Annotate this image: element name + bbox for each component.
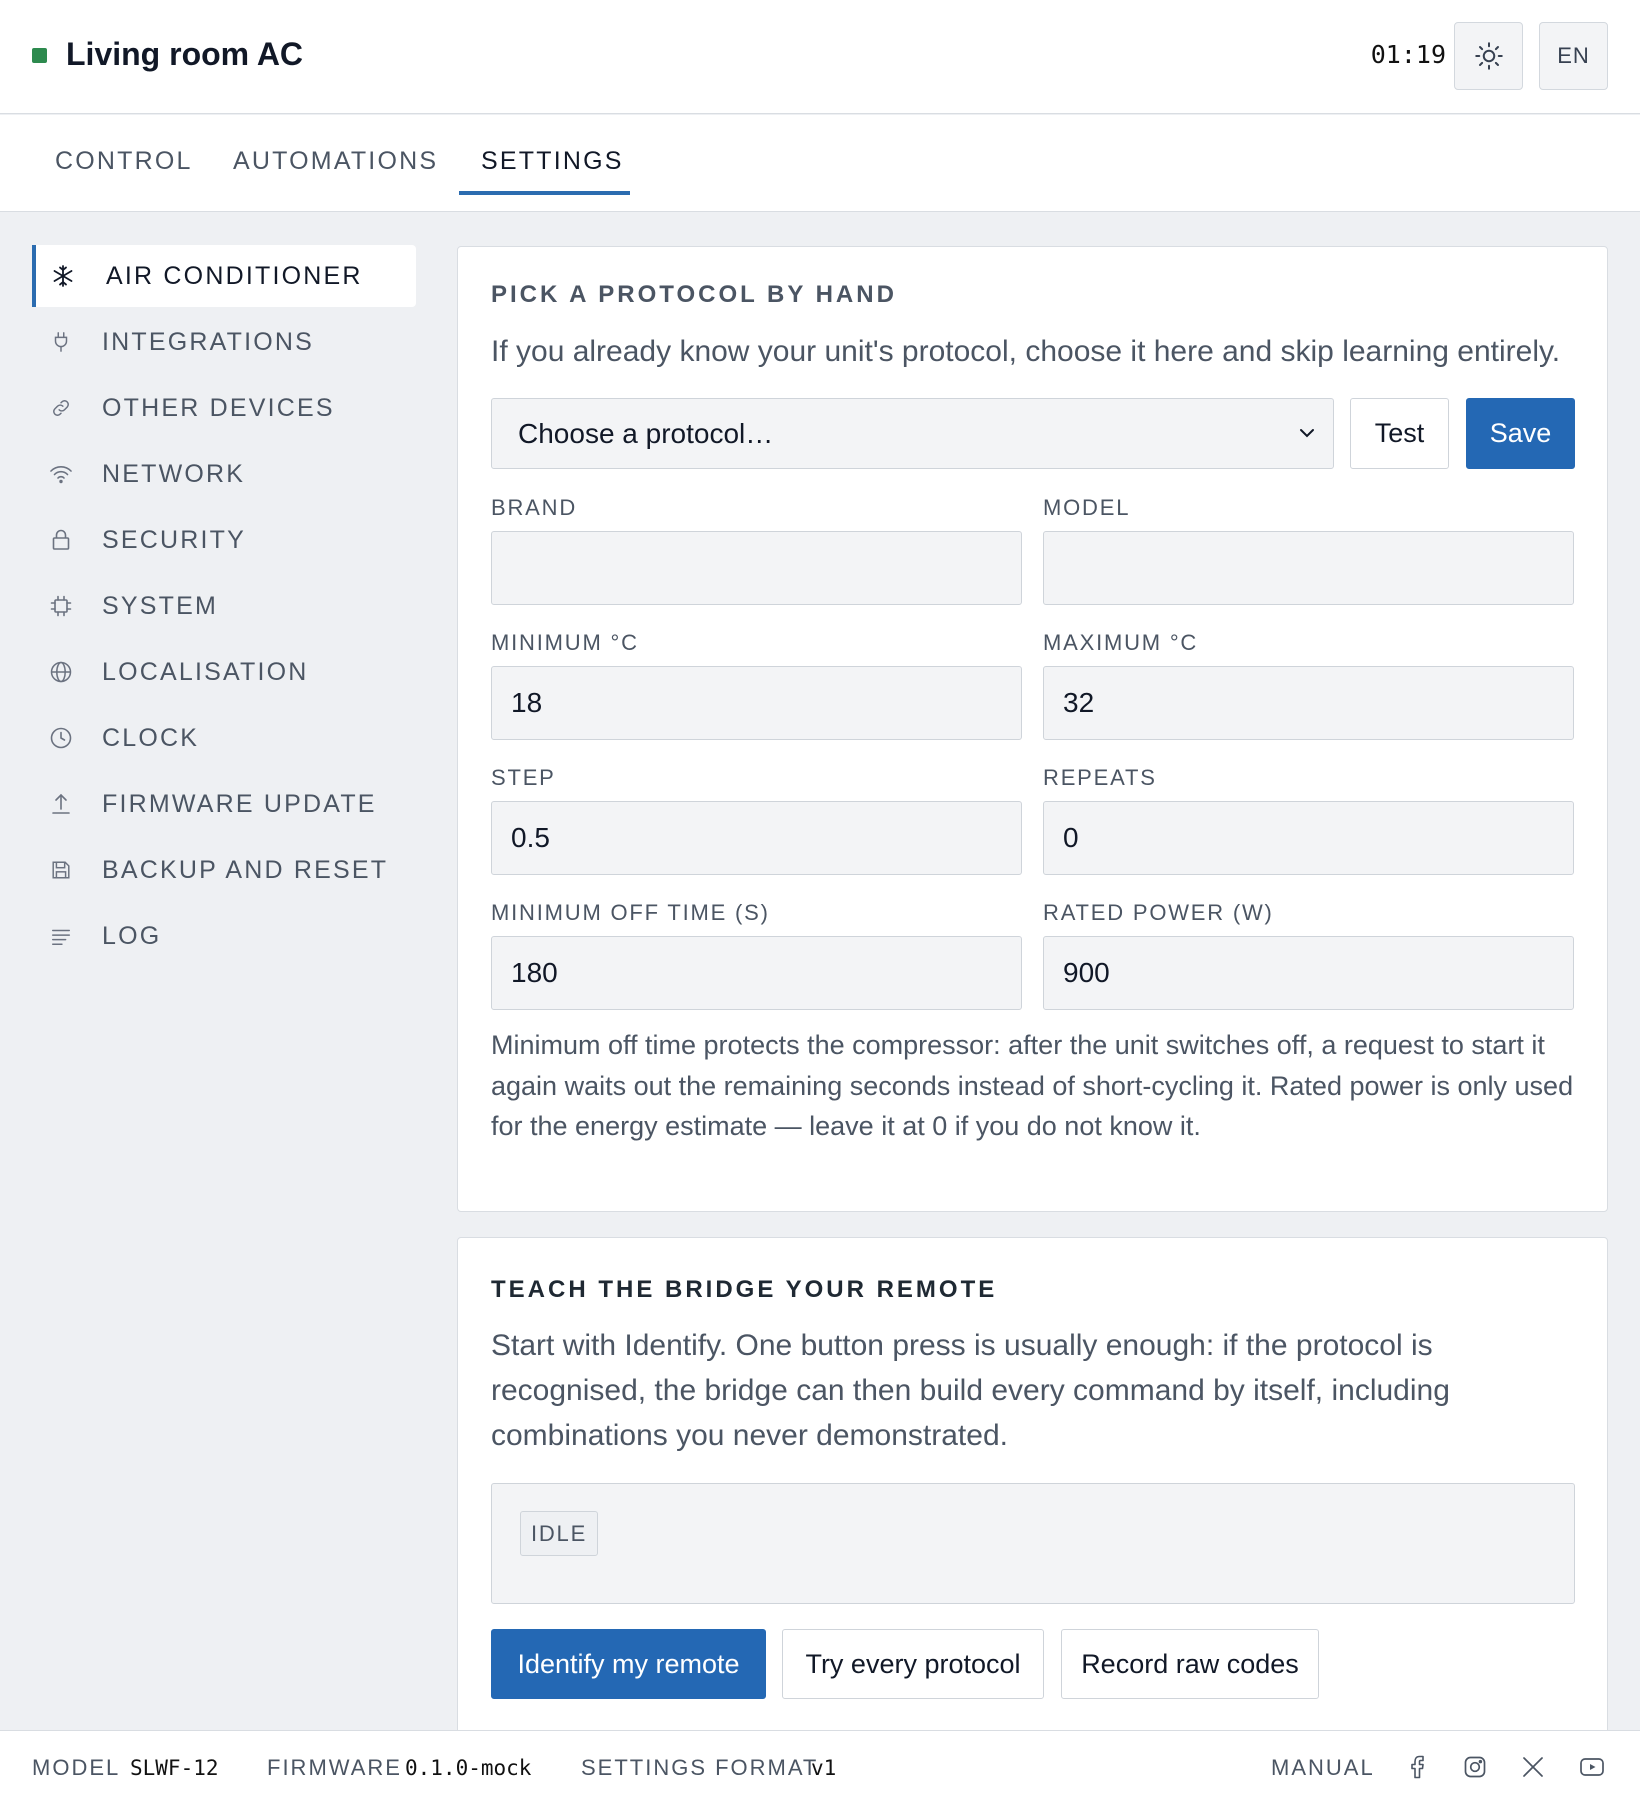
minimum-temp-field[interactable]: 18 — [491, 666, 1022, 740]
protocol-panel-title: PICK A PROTOCOL BY HAND — [491, 281, 897, 308]
teach-panel-description: Start with Identify. One button press is… — [491, 1329, 1450, 1452]
active-tab-indicator — [459, 191, 630, 195]
sidebar-item-label: LOCALISATION — [102, 657, 309, 686]
sidebar-item-label: CLOCK — [102, 723, 200, 752]
clock-icon — [32, 726, 84, 750]
sidebar-item-system[interactable]: SYSTEM — [32, 575, 416, 637]
teach-panel: TEACH THE BRIDGE YOUR REMOTE Start with … — [457, 1237, 1608, 1800]
status-indicator — [32, 48, 47, 63]
try-every-protocol-button[interactable]: Try every protocol — [782, 1629, 1044, 1699]
plug-icon — [32, 331, 84, 353]
theme-toggle-button[interactable] — [1454, 22, 1523, 90]
brand-label: BRAND — [491, 495, 578, 520]
minimum-off-time-field[interactable]: 180 — [491, 936, 1022, 1010]
sidebar-item-label: AIR CONDITIONER — [106, 261, 363, 290]
app-header: Living room AC 01:19 EN — [0, 0, 1640, 114]
lines-icon — [32, 925, 84, 947]
sidebar-item-firmware-update[interactable]: FIRMWARE UPDATE — [32, 773, 416, 835]
learning-status-box: IDLE — [491, 1483, 1575, 1604]
protocol-select-value: Choose a protocol… — [518, 417, 774, 449]
sidebar-item-log[interactable]: LOG — [32, 905, 416, 967]
protocol-panel-description: If you already know your unit's protocol… — [491, 335, 1561, 368]
chip-icon — [32, 594, 84, 618]
sidebar-item-label: OTHER DEVICES — [102, 393, 335, 422]
link-icon — [32, 397, 84, 419]
teach-panel-title: TEACH THE BRIDGE YOUR REMOTE — [491, 1276, 998, 1303]
repeats-label: REPEATS — [1043, 765, 1157, 790]
sun-icon — [1474, 42, 1503, 70]
rated-power-label: RATED POWER (W) — [1043, 900, 1274, 925]
x-icon[interactable] — [1518, 1752, 1548, 1782]
chevron-down-icon — [1300, 429, 1314, 438]
maximum-temp-field[interactable]: 32 — [1043, 666, 1574, 740]
model-label: MODEL — [1043, 495, 1131, 520]
sidebar-item-localisation[interactable]: LOCALISATION — [32, 641, 416, 703]
maximum-temp-label: MAXIMUM °C — [1043, 630, 1199, 655]
manual-link[interactable]: MANUAL — [1271, 1755, 1375, 1781]
tab-settings[interactable]: SETTINGS — [481, 147, 624, 176]
wifi-icon — [32, 463, 84, 485]
sidebar-item-label: LOG — [102, 921, 162, 950]
page-title: Living room AC — [66, 36, 304, 72]
protocol-panel-note: Minimum off time protects the compressor… — [491, 1030, 1574, 1141]
footer: MODEL SLWF-12 FIRMWARE 0.1.0-mock SETTIN… — [0, 1730, 1640, 1800]
minimum-temp-label: MINIMUM °C — [491, 630, 639, 655]
minimum-off-time-label: MINIMUM OFF TIME (S) — [491, 900, 770, 925]
protocol-panel: PICK A PROTOCOL BY HAND If you already k… — [457, 246, 1608, 1212]
model-field[interactable] — [1043, 531, 1574, 605]
identify-remote-button[interactable]: Identify my remote — [491, 1629, 766, 1699]
floppy-icon — [32, 859, 84, 881]
sidebar-item-label: INTEGRATIONS — [102, 327, 315, 356]
globe-icon — [32, 660, 84, 684]
footer-firmware-value: 0.1.0-mock — [405, 1756, 532, 1780]
sidebar-item-security[interactable]: SECURITY — [32, 509, 416, 571]
instagram-icon[interactable] — [1460, 1752, 1490, 1782]
sidebar-item-air-conditioner[interactable]: AIR CONDITIONER — [32, 245, 416, 307]
step-label: STEP — [491, 765, 556, 790]
footer-settings-format-value: v1 — [811, 1756, 837, 1780]
test-button[interactable]: Test — [1350, 398, 1449, 469]
repeats-field[interactable]: 0 — [1043, 801, 1574, 875]
youtube-icon[interactable] — [1577, 1752, 1607, 1782]
clock-display: 01:19 — [1370, 40, 1446, 69]
sidebar-item-backup-and-reset[interactable]: BACKUP AND RESET — [32, 839, 416, 901]
sidebar-item-label: SECURITY — [102, 525, 247, 554]
brand-field[interactable] — [491, 531, 1022, 605]
sidebar-item-label: SYSTEM — [102, 591, 218, 620]
save-button[interactable]: Save — [1466, 398, 1575, 469]
sidebar-item-label: NETWORK — [102, 459, 246, 488]
sidebar-item-label: BACKUP AND RESET — [102, 855, 389, 884]
sidebar-item-integrations[interactable]: INTEGRATIONS — [32, 311, 416, 373]
snowflake-icon — [36, 264, 88, 288]
rated-power-field[interactable]: 900 — [1043, 936, 1574, 1010]
language-button[interactable]: EN — [1539, 22, 1608, 90]
protocol-select[interactable]: Choose a protocol… — [491, 398, 1334, 469]
sidebar-item-other-devices[interactable]: OTHER DEVICES — [32, 377, 416, 439]
sidebar-item-network[interactable]: NETWORK — [32, 443, 416, 505]
footer-model-label: MODEL — [32, 1755, 121, 1780]
sidebar-item-label: FIRMWARE UPDATE — [102, 789, 377, 818]
footer-settings-format-label: SETTINGS FORMAT — [581, 1755, 819, 1780]
footer-firmware-label: FIRMWARE — [267, 1755, 402, 1780]
upload-icon — [32, 792, 84, 816]
status-badge: IDLE — [520, 1511, 598, 1556]
facebook-icon[interactable] — [1402, 1752, 1432, 1782]
footer-model-value: SLWF-12 — [130, 1756, 219, 1780]
sidebar-item-clock[interactable]: CLOCK — [32, 707, 416, 769]
tab-automations[interactable]: AUTOMATIONS — [233, 147, 438, 176]
main-tabs: CONTROL AUTOMATIONS SETTINGS — [0, 115, 1640, 212]
lock-icon — [32, 528, 84, 552]
record-raw-codes-button[interactable]: Record raw codes — [1061, 1629, 1319, 1699]
step-field[interactable]: 0.5 — [491, 801, 1022, 875]
tab-control[interactable]: CONTROL — [55, 147, 193, 176]
